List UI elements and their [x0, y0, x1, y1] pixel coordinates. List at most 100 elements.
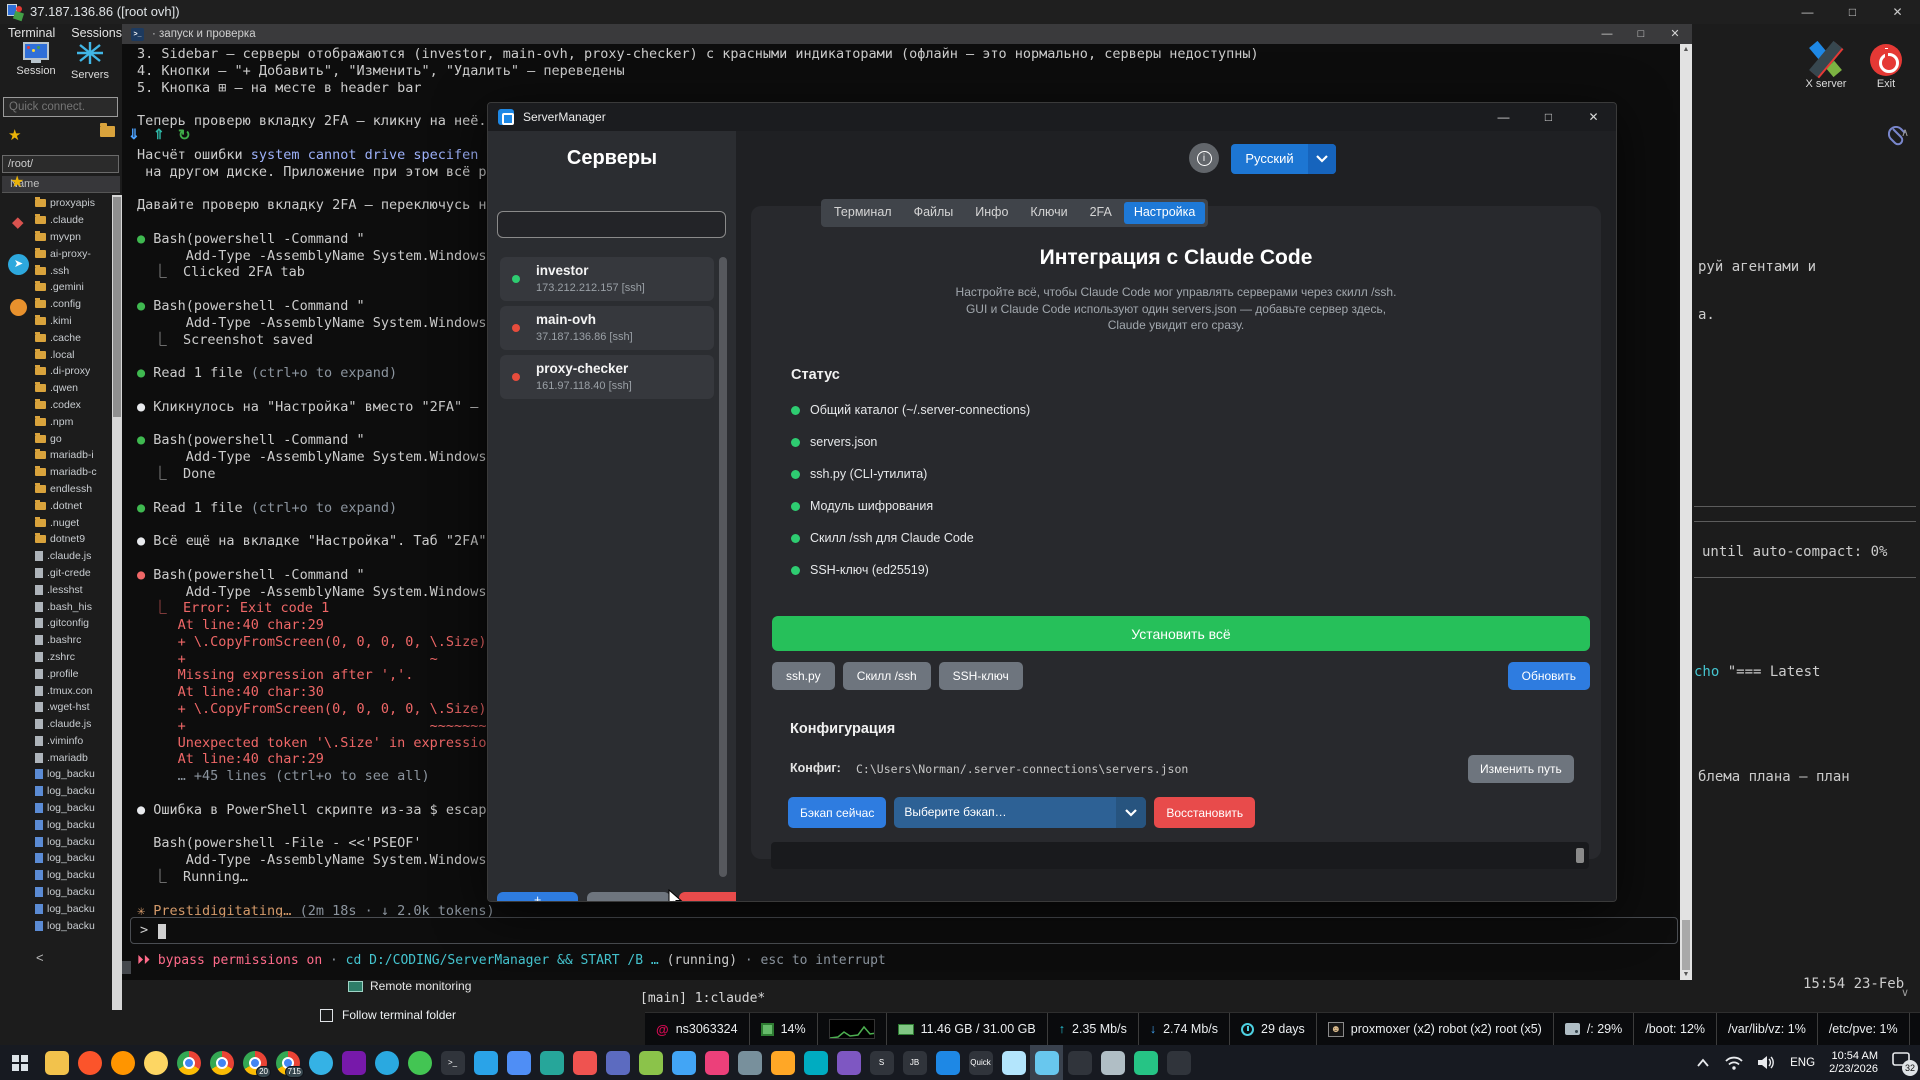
quick-connect-input[interactable] — [3, 97, 118, 117]
file-tree-row[interactable]: .git-crede — [2, 565, 112, 582]
status-segment[interactable]: 14% — [749, 1013, 817, 1045]
menu-item-sessions[interactable]: Sessions — [71, 26, 122, 40]
tray-chevron-up-icon[interactable] — [1696, 1058, 1710, 1068]
scrollbar-thumb[interactable] — [1576, 848, 1584, 863]
status-segment[interactable]: /var/lib/vz: 1% — [1716, 1013, 1817, 1045]
taskbar-app-cyan-app[interactable] — [799, 1045, 832, 1080]
scrollbar-thumb[interactable] — [1682, 920, 1690, 970]
status-segment[interactable]: ↑2.35 Mb/s — [1047, 1013, 1138, 1045]
taskbar-app-onenote[interactable] — [337, 1045, 370, 1080]
taskbar-app-brave[interactable] — [73, 1045, 106, 1080]
file-tree-row[interactable]: log_backu — [2, 900, 112, 917]
taskbar-app-telegram[interactable] — [370, 1045, 403, 1080]
taskbar-app-red-app[interactable] — [568, 1045, 601, 1080]
maximize-icon[interactable]: □ — [1526, 103, 1571, 131]
scroll-down-icon[interactable]: ▼ — [1680, 971, 1692, 978]
notification-center[interactable]: 32 — [1892, 1052, 1910, 1073]
taskbar-app-active-app[interactable] — [1030, 1045, 1063, 1080]
tab-2FA[interactable]: 2FA — [1080, 202, 1122, 224]
file-tree-row[interactable]: .di-proxy — [2, 363, 112, 380]
tab-Файлы[interactable]: Файлы — [904, 202, 964, 224]
taskbar-app-chrome-2[interactable] — [205, 1045, 238, 1080]
file-tree-row[interactable]: log_backu — [2, 850, 112, 867]
server-card-proxy-checker[interactable]: proxy-checker161.97.118.40 [ssh] — [500, 355, 714, 399]
wifi-icon[interactable] — [1724, 1055, 1744, 1070]
status-segment[interactable]: ☻proxmoxer (x2) robot (x2) root (x5) — [1316, 1013, 1553, 1045]
minimize-icon[interactable]: — — [1590, 24, 1624, 44]
file-tree-row[interactable]: .claude.js — [2, 716, 112, 733]
taskbar-app-green-app[interactable] — [634, 1045, 667, 1080]
change-path-button[interactable]: Изменить путь — [1468, 755, 1574, 783]
taskbar-app-steam[interactable]: S — [865, 1045, 898, 1080]
taskbar-app-firefox[interactable] — [106, 1045, 139, 1080]
terminal-tab-title[interactable]: · запуск и проверка — [152, 28, 256, 40]
taskbar-clock[interactable]: 10:54 AM 2/23/2026 — [1829, 1050, 1878, 1075]
taskbar-app-last-app[interactable] — [1162, 1045, 1195, 1080]
component-button--ssh[interactable]: Скилл /ssh — [843, 662, 931, 690]
taskbar-app-notepad[interactable] — [502, 1045, 535, 1080]
follow-terminal-checkbox[interactable]: Follow terminal folder — [320, 1008, 456, 1022]
minimize-icon[interactable]: — — [1481, 103, 1526, 131]
download-icon[interactable]: ⇓ — [128, 126, 140, 143]
status-segment[interactable]: 29 days — [1229, 1013, 1316, 1045]
taskbar-app-file-explorer[interactable] — [40, 1045, 73, 1080]
file-tree-row[interactable]: .lesshst — [2, 581, 112, 598]
taskbar-app-mspaint[interactable] — [997, 1045, 1030, 1080]
file-tree-row[interactable]: .gitconfig — [2, 615, 112, 632]
taskbar-app-chrome-3[interactable]: 20 — [238, 1045, 271, 1080]
restore-button[interactable]: Восстановить — [1154, 797, 1255, 828]
refresh-icon[interactable]: ↻ — [178, 126, 191, 144]
taskbar-app-pink-app[interactable] — [700, 1045, 733, 1080]
file-tree-row[interactable]: .profile — [2, 665, 112, 682]
maximize-icon[interactable]: □ — [1624, 24, 1658, 44]
install-all-button[interactable]: Установить всё — [772, 616, 1590, 651]
taskbar-app-whatsapp[interactable] — [403, 1045, 436, 1080]
taskbar-app-teal-app[interactable] — [535, 1045, 568, 1080]
file-tree-scrollbar[interactable] — [112, 195, 122, 1010]
taskbar-app-quick-box[interactable]: Quick — [964, 1045, 997, 1080]
terminal-tabbar[interactable]: >_ · запуск и проверка — □ ✕ — [122, 24, 1692, 44]
refresh-button[interactable]: Обновить — [1508, 662, 1590, 690]
file-tree-row[interactable]: log_backu — [2, 783, 112, 800]
file-tree-row[interactable]: .codex — [2, 397, 112, 414]
exit-button[interactable]: Exit — [1862, 44, 1910, 90]
taskbar-app-jetbrains-toolbox[interactable]: JB — [898, 1045, 931, 1080]
file-tree-row[interactable]: endlessh — [2, 481, 112, 498]
file-tree-row[interactable]: go — [2, 430, 112, 447]
volume-icon[interactable] — [1758, 1055, 1776, 1070]
file-tree-row[interactable]: .bashrc — [2, 632, 112, 649]
taskbar-app-terminal[interactable]: >_ — [436, 1045, 469, 1080]
taskbar-app-chrome-canary[interactable] — [139, 1045, 172, 1080]
maximize-icon[interactable]: □ — [1830, 0, 1875, 24]
file-tree-row[interactable]: .cache — [2, 329, 112, 346]
file-tree-row[interactable]: .viminfo — [2, 733, 112, 750]
tab-Терминал[interactable]: Терминал — [824, 202, 902, 224]
status-segment[interactable]: /etc/pve: 1% — [1817, 1013, 1909, 1045]
minimize-icon[interactable]: — — [1785, 0, 1830, 24]
file-tree-row[interactable]: log_backu — [2, 917, 112, 934]
taskbar-app-purple-app[interactable] — [832, 1045, 865, 1080]
server-search-input[interactable] — [497, 211, 726, 238]
file-tree-row[interactable]: .tmux.con — [2, 682, 112, 699]
file-tree-row[interactable]: log_backu — [2, 867, 112, 884]
bookmark-icon[interactable]: ◆ — [12, 213, 24, 232]
upload-icon[interactable]: ⇑ — [153, 126, 165, 143]
status-segment[interactable] — [817, 1013, 886, 1045]
taskbar-app-dark-app[interactable] — [1063, 1045, 1096, 1080]
file-tree-row[interactable]: .npm — [2, 413, 112, 430]
language-dropdown[interactable]: Русский — [1231, 144, 1336, 174]
star-icon[interactable]: ★ — [10, 172, 24, 192]
xserver-button[interactable]: X server — [1798, 42, 1854, 90]
menu-item-terminal[interactable]: Terminal — [8, 26, 55, 40]
component-button-ssh-[interactable]: SSH-ключ — [939, 662, 1023, 690]
server-card-main-ovh[interactable]: main-ovh37.187.136.86 [ssh] — [500, 306, 714, 350]
tab-Инфо[interactable]: Инфо — [965, 202, 1018, 224]
close-icon[interactable]: ✕ — [1658, 24, 1692, 44]
servermanager-titlebar[interactable]: ServerManager — □ ✕ — [488, 103, 1616, 131]
status-segment[interactable]: /boot/efi: 2% — [1909, 1013, 1920, 1045]
file-tree-row[interactable]: .gemini — [2, 279, 112, 296]
log-strip[interactable] — [771, 842, 1589, 869]
backup-select[interactable]: Выберите бэкап… — [894, 797, 1146, 828]
tab-Ключи[interactable]: Ключи — [1020, 202, 1077, 224]
status-segment[interactable]: /: 29% — [1553, 1013, 1633, 1045]
